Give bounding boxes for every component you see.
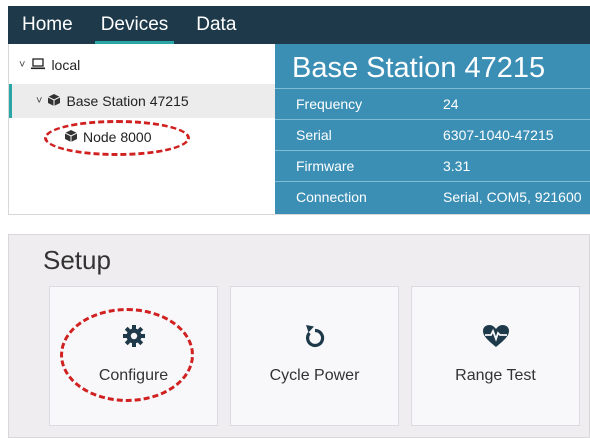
chevron-down-icon[interactable]: ˅ xyxy=(36,95,42,107)
info-key: Serial xyxy=(296,127,332,143)
heartbeat-icon xyxy=(482,321,510,351)
range-test-label: Range Test xyxy=(455,367,536,384)
info-key: Frequency xyxy=(296,96,363,112)
info-key: Connection xyxy=(296,189,367,205)
cycle-power-label: Cycle Power xyxy=(269,367,360,384)
tab-devices[interactable]: Devices xyxy=(87,6,183,44)
range-test-button[interactable]: Range Test xyxy=(411,286,580,426)
rotate-icon xyxy=(303,321,327,351)
device-detail-panel: Base Station 47215 Frequency 24 Serial 6… xyxy=(275,44,590,214)
tab-home[interactable]: Home xyxy=(8,6,87,44)
info-value: 6307-1040-47215 xyxy=(443,127,554,143)
setup-title: Setup xyxy=(43,245,111,275)
tree-item-label: Base Station 47215 xyxy=(66,93,189,109)
info-value: 3.31 xyxy=(443,158,471,174)
tree-item-base-station[interactable]: ˅ Base Station 47215 xyxy=(9,84,275,118)
cube-icon xyxy=(48,93,61,109)
top-nav: Home Devices Data xyxy=(8,6,590,44)
info-row-serial: Serial 6307-1040-47215 xyxy=(275,119,590,150)
node-highlight-annotation xyxy=(44,120,190,156)
info-value: Serial, COM5, 921600 xyxy=(443,189,582,205)
tab-data[interactable]: Data xyxy=(182,6,250,44)
info-row-connection: Connection Serial, COM5, 921600 xyxy=(275,181,590,212)
tree-item-local[interactable]: ˅ local xyxy=(9,48,275,82)
info-key: Firmware xyxy=(296,158,355,174)
info-value: 24 xyxy=(443,96,459,112)
configure-highlight-annotation xyxy=(60,308,194,402)
info-row-frequency: Frequency 24 xyxy=(275,88,590,119)
info-row-firmware: Firmware 3.31 xyxy=(275,150,590,181)
cycle-power-button[interactable]: Cycle Power xyxy=(230,286,399,426)
tree-item-label: local xyxy=(51,57,81,73)
laptop-icon xyxy=(31,57,46,73)
detail-title: Base Station 47215 xyxy=(292,52,546,84)
chevron-down-icon[interactable]: ˅ xyxy=(19,59,25,71)
